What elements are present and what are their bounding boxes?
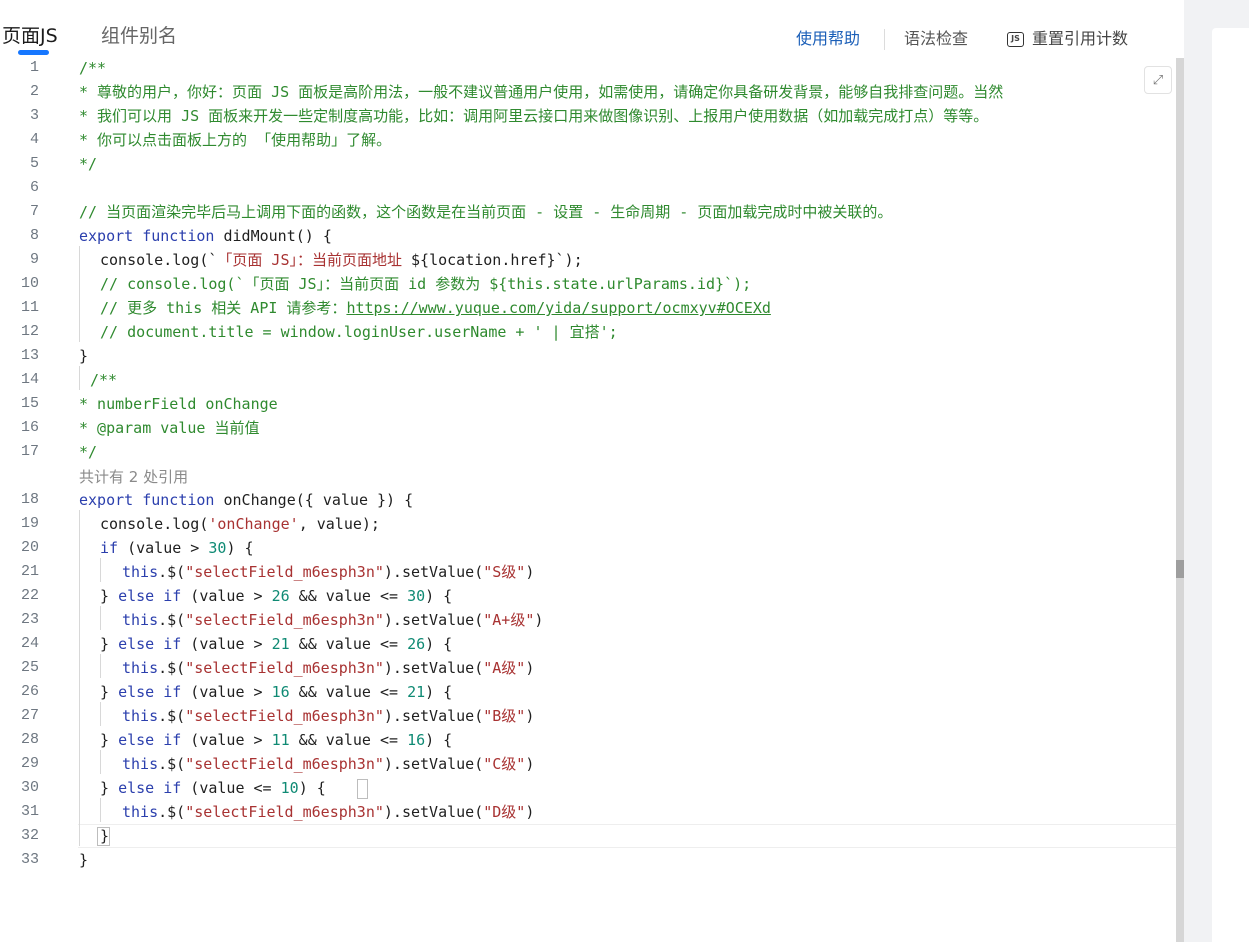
line-number: 14 [20, 371, 39, 388]
line-number: 1 [29, 59, 39, 76]
right-panel-card [1212, 28, 1249, 942]
indent-guide [79, 246, 80, 342]
line-number: 21 [20, 563, 39, 580]
bracket-match-highlight [357, 779, 368, 799]
line-number: 12 [20, 323, 39, 340]
scrollbar-thumb[interactable] [1176, 560, 1184, 578]
api-doc-link[interactable]: https://www.yuque.com/yida/support/ocmxy… [346, 299, 770, 317]
indent-guide [100, 750, 101, 774]
line-number: 8 [29, 227, 39, 244]
line-number: 17 [20, 443, 39, 460]
line-number: 5 [29, 155, 39, 172]
line-number: 18 [20, 491, 39, 508]
line-number: 25 [20, 659, 39, 676]
reference-count-codelens[interactable]: 共计有 2 处引用 [79, 466, 188, 488]
line-number: 4 [29, 131, 39, 148]
line-number: 10 [20, 275, 39, 292]
reset-reference-count-label: 重置引用计数 [1032, 29, 1129, 48]
reset-reference-count-button[interactable]: JS 重置引用计数 [1007, 27, 1128, 51]
line-number: 23 [20, 611, 39, 628]
indent-guide [100, 798, 101, 822]
line-number: 31 [20, 803, 39, 820]
indent-guide [100, 558, 101, 582]
active-tab-indicator [18, 50, 49, 55]
toolbar-divider [884, 29, 885, 50]
indent-guide [100, 654, 101, 678]
js-icon: JS [1007, 31, 1024, 47]
line-number: 24 [20, 635, 39, 652]
line-number: 2 [29, 83, 39, 100]
line-number: 6 [29, 179, 39, 196]
line-number: 22 [20, 587, 39, 604]
line-number: 27 [20, 707, 39, 724]
tab-page-js[interactable]: 页面JS [2, 22, 58, 50]
syntax-check-button[interactable]: 语法检查 [904, 27, 968, 51]
editor-tab-bar: 页面JS 组件别名 使用帮助 语法检查 JS 重置引用计数 [0, 0, 1184, 56]
line-number: 9 [29, 251, 39, 268]
line-number: 19 [20, 515, 39, 532]
line-number: 7 [29, 203, 39, 220]
line-number: 32 [20, 827, 39, 844]
indent-guide [100, 702, 101, 726]
line-number: 16 [20, 419, 39, 436]
vertical-scrollbar[interactable] [1176, 58, 1184, 942]
line-number: 15 [20, 395, 39, 412]
tab-component-alias[interactable]: 组件别名 [101, 22, 177, 50]
indent-guide [79, 366, 80, 390]
line-number: 20 [20, 539, 39, 556]
line-number: 29 [20, 755, 39, 772]
help-link[interactable]: 使用帮助 [796, 27, 860, 51]
line-number: 28 [20, 731, 39, 748]
indent-guide [79, 510, 80, 846]
line-number: 13 [20, 347, 39, 364]
indent-guide [100, 606, 101, 630]
line-number: 30 [20, 779, 39, 796]
line-number: 3 [29, 107, 39, 124]
expand-icon[interactable]: ⤢ [1144, 66, 1172, 94]
line-number: 26 [20, 683, 39, 700]
current-line-highlight [78, 824, 1184, 848]
line-number: 11 [20, 299, 39, 316]
line-number: 33 [20, 851, 39, 868]
code-editor[interactable]: 1/** 2 * 尊敬的用户，你好：页面 JS 面板是高阶用法，一般不建议普通用户… [0, 56, 1184, 942]
